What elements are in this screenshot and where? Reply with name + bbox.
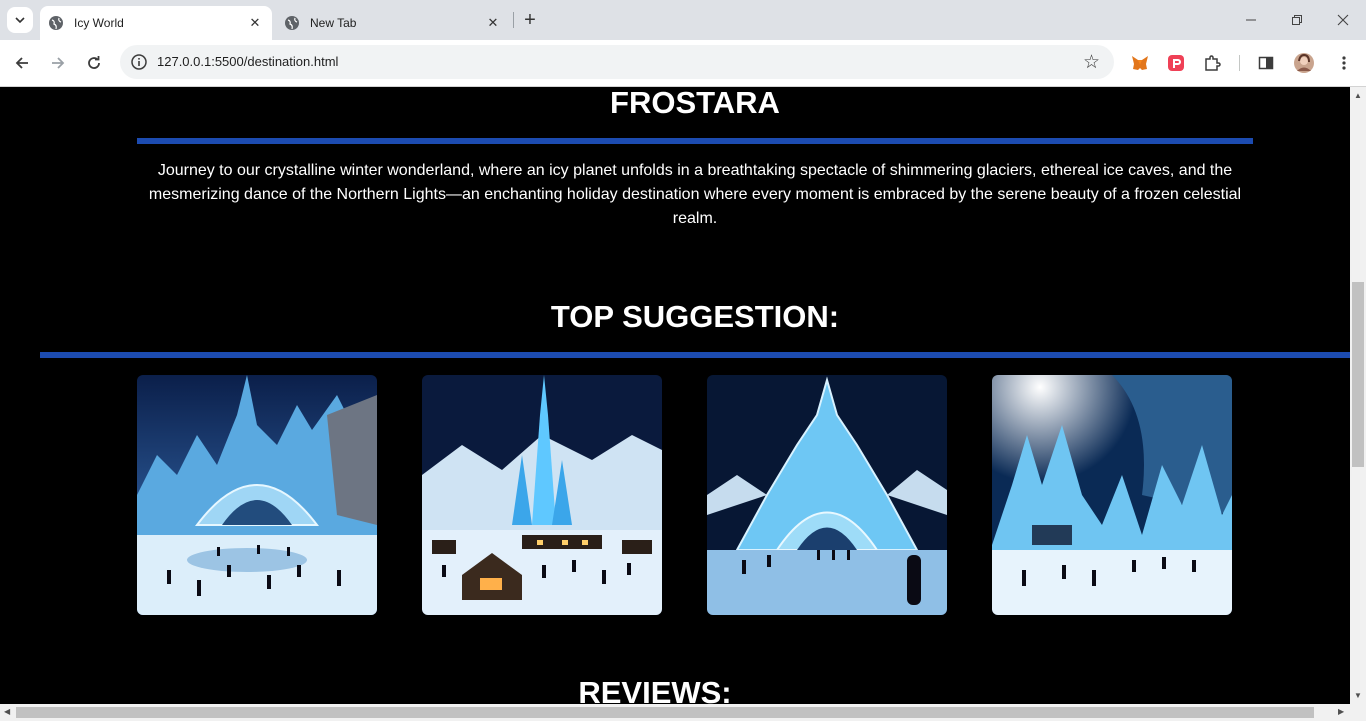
side-panel-icon[interactable] — [1255, 52, 1277, 74]
minimize-icon[interactable] — [1236, 8, 1266, 32]
bookmark-star-icon[interactable]: ☆ — [1083, 51, 1100, 74]
tab-search-button[interactable] — [7, 7, 33, 33]
suggestion-divider — [40, 352, 1350, 358]
address-bar[interactable]: 127.0.0.1:5500/destination.html ☆ — [120, 45, 1114, 79]
tab-strip: Icy World ✕ New Tab ✕ + — [0, 0, 1366, 40]
suggestion-card-ice-arch[interactable] — [707, 375, 947, 615]
extensions-puzzle-icon[interactable] — [1201, 52, 1223, 74]
scroll-right-icon[interactable]: ▶ — [1338, 707, 1344, 716]
url-text: 127.0.0.1:5500/destination.html — [157, 54, 339, 69]
site-info-icon[interactable] — [130, 53, 148, 71]
ice-arch-cathedral-image — [707, 375, 947, 615]
suggestion-heading: TOP SUGGESTION: — [550, 299, 840, 334]
ice-palace-skating-image — [137, 375, 377, 615]
tab-close-icon[interactable]: ✕ — [247, 15, 263, 31]
tab-label: Icy World — [74, 16, 124, 30]
horizontal-scrollbar[interactable]: ◀ ▶ — [0, 704, 1366, 721]
chevron-down-icon — [15, 17, 25, 24]
suggestion-card-ice-cave[interactable] — [992, 375, 1232, 615]
back-arrow-icon[interactable] — [9, 50, 35, 76]
page-viewport: FROSTARA Journey to our crystalline wint… — [0, 87, 1350, 704]
vertical-scrollbar[interactable]: ▲ ▼ — [1350, 87, 1366, 704]
tab-label: New Tab — [310, 16, 357, 30]
reload-icon[interactable] — [81, 50, 107, 76]
pocket-extension-icon[interactable] — [1165, 52, 1187, 74]
browser-chrome: Icy World ✕ New Tab ✕ + 127.0.0.1:5500/d… — [0, 0, 1366, 87]
new-tab-plus-icon[interactable]: + — [519, 9, 541, 31]
profile-avatar[interactable] — [1293, 52, 1315, 74]
tab-separator — [513, 12, 514, 28]
browser-toolbar: 127.0.0.1:5500/destination.html ☆ — [0, 40, 1366, 87]
suggestion-card-ice-palace[interactable] — [137, 375, 377, 615]
ice-cave-skating-image — [992, 375, 1232, 615]
reviews-heading: REVIEWS: — [578, 675, 732, 704]
horizontal-scroll-thumb[interactable] — [16, 707, 1314, 718]
scroll-up-icon[interactable]: ▲ — [1354, 91, 1362, 100]
tab-icy-world[interactable]: Icy World ✕ — [40, 6, 272, 40]
close-window-icon[interactable] — [1328, 8, 1358, 32]
forward-arrow-icon[interactable] — [45, 50, 71, 76]
title-divider — [137, 138, 1253, 144]
metamask-fox-icon[interactable] — [1129, 52, 1151, 74]
suggestion-card-ice-castle-village[interactable] — [422, 375, 662, 615]
restore-icon[interactable] — [1282, 8, 1312, 32]
destination-title: FROSTARA — [610, 87, 780, 120]
scroll-down-icon[interactable]: ▼ — [1354, 691, 1362, 700]
toolbar-separator — [1239, 55, 1240, 71]
kebab-menu-icon[interactable] — [1333, 52, 1355, 74]
vertical-scroll-thumb[interactable] — [1352, 282, 1364, 467]
tab-close-icon[interactable]: ✕ — [485, 15, 501, 31]
destination-description: Journey to our crystalline winter wonder… — [148, 162, 1242, 227]
globe-icon — [48, 15, 64, 31]
ice-castle-village-image — [422, 375, 662, 615]
scroll-left-icon[interactable]: ◀ — [4, 707, 10, 716]
globe-icon — [284, 15, 300, 31]
tab-new-tab[interactable]: New Tab ✕ — [276, 6, 510, 40]
